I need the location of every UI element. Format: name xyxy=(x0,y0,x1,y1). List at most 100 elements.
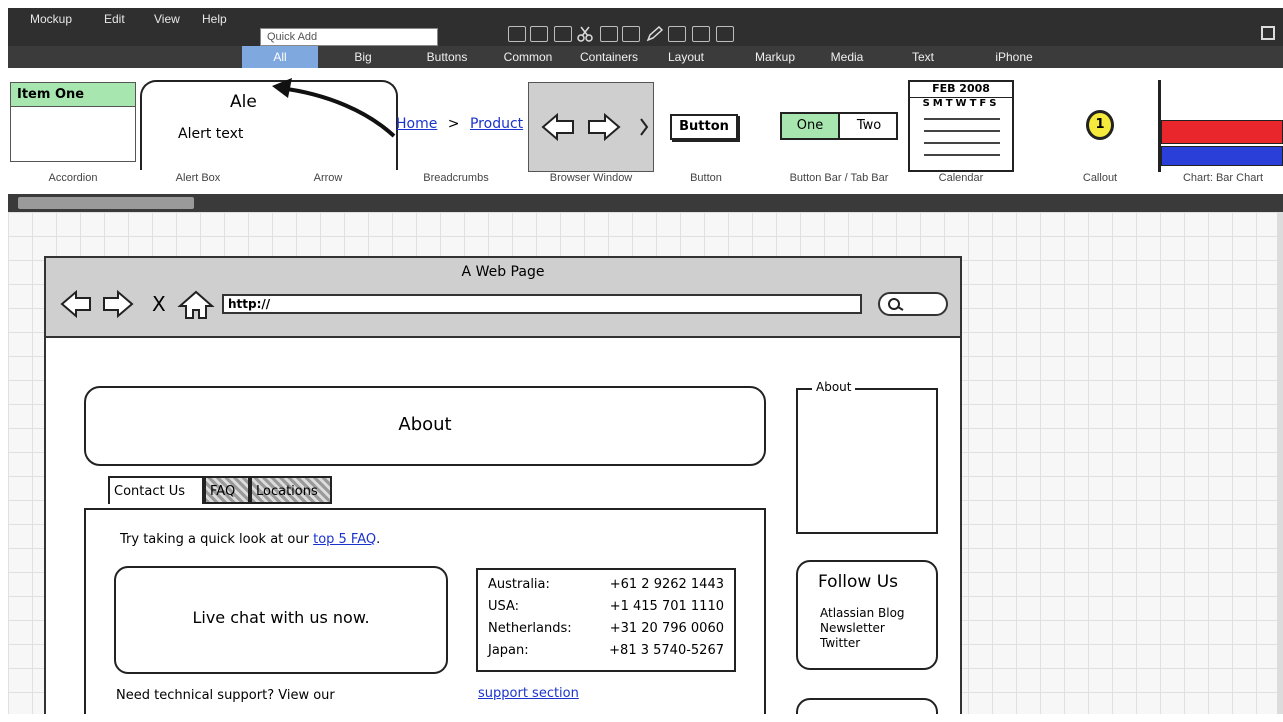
mockup-browser-window[interactable]: A Web Page X http:// About Contact Us FA… xyxy=(44,256,962,714)
category-media[interactable]: Media xyxy=(814,46,880,68)
button-label: Button xyxy=(690,172,722,184)
back-icon[interactable] xyxy=(60,289,91,319)
category-markup[interactable]: Markup xyxy=(742,46,808,68)
phone-row-australia: Australia: +61 2 9262 1443 xyxy=(488,574,724,596)
quick-add-input[interactable]: Quick Add xyxy=(260,28,438,46)
calendar-days: SMTWTFS xyxy=(922,98,1000,109)
extra-box xyxy=(796,698,938,714)
menu-mockup[interactable]: Mockup xyxy=(30,12,72,26)
button-bar-two[interactable]: Two xyxy=(842,114,896,138)
palette-accordion[interactable]: Item One xyxy=(10,82,136,162)
category-containers[interactable]: Containers xyxy=(568,46,650,68)
copy-icon[interactable] xyxy=(600,26,618,42)
breadcrumb-separator: > xyxy=(447,116,460,132)
undo-icon[interactable] xyxy=(508,26,526,42)
tab-locations[interactable]: Locations xyxy=(250,476,332,504)
menu-bar: Mockup Edit View Help Quick Add xyxy=(8,8,1283,46)
menu-help[interactable]: Help xyxy=(202,12,227,26)
canvas-scrollbar[interactable] xyxy=(1277,212,1283,714)
group-icon[interactable] xyxy=(554,26,572,42)
category-common[interactable]: Common xyxy=(492,46,564,68)
browser-nav-buttons xyxy=(60,289,215,319)
category-bar: All Big Buttons Common Containers Layout… xyxy=(8,46,1283,68)
calendar-label: Calendar xyxy=(938,172,984,184)
phone-row-netherlands: Netherlands: +31 20 796 0060 xyxy=(488,618,724,640)
breadcrumb-product[interactable]: Product xyxy=(470,116,523,132)
follow-us-title: Follow Us xyxy=(818,572,899,592)
search-icon xyxy=(888,298,904,311)
phone-number: +61 2 9262 1443 xyxy=(609,577,724,592)
arrow-label: Arrow xyxy=(313,172,343,184)
design-canvas[interactable]: A Web Page X http:// About Contact Us FA… xyxy=(8,212,1283,714)
breadcrumb-home[interactable]: Home xyxy=(396,116,437,132)
bar-chart-label: Chart: Bar Chart xyxy=(1182,172,1264,184)
category-iphone[interactable]: iPhone xyxy=(986,46,1042,68)
palette-scrollbar[interactable] xyxy=(8,194,1283,212)
pencil-icon[interactable] xyxy=(646,25,664,42)
forward-icon[interactable] xyxy=(103,289,134,319)
app-window: Mockup Edit View Help Quick Add All Big … xyxy=(8,8,1283,714)
paste-icon[interactable] xyxy=(622,26,640,42)
menu-view[interactable]: View xyxy=(154,12,180,26)
tab-faq[interactable]: FAQ xyxy=(204,476,250,504)
phone-country: Japan: xyxy=(488,643,529,658)
stop-icon[interactable]: X xyxy=(152,292,166,316)
follow-us-links: Atlassian Blog Newsletter Twitter xyxy=(820,606,905,651)
category-text[interactable]: Text xyxy=(898,46,948,68)
about-group-label: About xyxy=(812,380,856,394)
palette-button-bar[interactable]: One Two xyxy=(780,112,898,140)
follow-link-newsletter[interactable]: Newsletter xyxy=(820,621,905,636)
button-bar-one[interactable]: One xyxy=(782,114,840,138)
category-buttons[interactable]: Buttons xyxy=(408,46,486,68)
about-heading-box: About xyxy=(84,386,766,466)
button-bar-label: Button Bar / Tab Bar xyxy=(789,172,889,184)
palette-button[interactable]: Button xyxy=(670,114,738,140)
home-icon[interactable] xyxy=(177,290,215,319)
about-heading: About xyxy=(398,414,452,435)
follow-link-twitter[interactable]: Twitter xyxy=(820,636,905,651)
live-chat-text: Live chat with us now. xyxy=(192,608,370,627)
category-all[interactable]: All xyxy=(242,46,318,68)
phone-row-usa: USA: +1 415 701 1110 xyxy=(488,596,724,618)
browser-toolbar: A Web Page X http:// xyxy=(46,258,960,338)
lock-icon[interactable] xyxy=(716,26,734,42)
tab-panel: Try taking a quick look at our top 5 FAQ… xyxy=(84,508,766,714)
follow-link-blog[interactable]: Atlassian Blog xyxy=(820,606,905,621)
phone-country: USA: xyxy=(488,599,520,614)
search-field[interactable] xyxy=(878,292,948,316)
support-text: Need technical support? View our xyxy=(116,688,335,703)
url-field[interactable]: http:// xyxy=(222,294,862,314)
redo-icon[interactable] xyxy=(530,26,548,42)
phone-number: +1 415 701 1110 xyxy=(609,599,724,614)
category-big[interactable]: Big xyxy=(328,46,398,68)
category-layout[interactable]: Layout xyxy=(656,46,716,68)
send-back-icon[interactable] xyxy=(692,26,710,42)
palette-bar-chart[interactable] xyxy=(1158,80,1283,172)
palette-breadcrumbs[interactable]: Home > Product xyxy=(396,116,523,132)
about-group-box: About xyxy=(796,380,938,534)
cut-icon[interactable] xyxy=(576,26,594,42)
accordion-label: Accordion xyxy=(48,172,98,184)
browser-window-label: Browser Window xyxy=(549,172,633,184)
palette-scroll-thumb[interactable] xyxy=(18,197,194,209)
window-title: A Web Page xyxy=(461,264,545,280)
palette-callout[interactable]: 1 xyxy=(1086,110,1114,140)
bring-front-icon[interactable] xyxy=(668,26,686,42)
faq-link[interactable]: top 5 FAQ xyxy=(313,532,376,547)
maximize-icon[interactable] xyxy=(1261,26,1275,40)
breadcrumbs-label: Breadcrumbs xyxy=(423,172,489,184)
menu-edit[interactable]: Edit xyxy=(104,12,125,26)
calendar-grid xyxy=(924,118,1000,156)
phone-number: +31 20 796 0060 xyxy=(609,621,724,636)
palette-browser-window[interactable] xyxy=(528,82,654,172)
faq-suffix: . xyxy=(376,532,381,547)
live-chat-box[interactable]: Live chat with us now. xyxy=(114,566,448,674)
arrow-icon[interactable] xyxy=(258,72,398,140)
phone-country: Netherlands: xyxy=(488,621,572,636)
browser-nav-icons xyxy=(541,112,649,142)
alert-text: Alert text xyxy=(178,126,244,142)
tab-contact-us[interactable]: Contact Us xyxy=(108,476,204,504)
palette-calendar[interactable]: FEB 2008 SMTWTFS xyxy=(908,80,1014,172)
phone-country: Australia: xyxy=(488,577,550,592)
support-link[interactable]: support section xyxy=(478,686,579,701)
